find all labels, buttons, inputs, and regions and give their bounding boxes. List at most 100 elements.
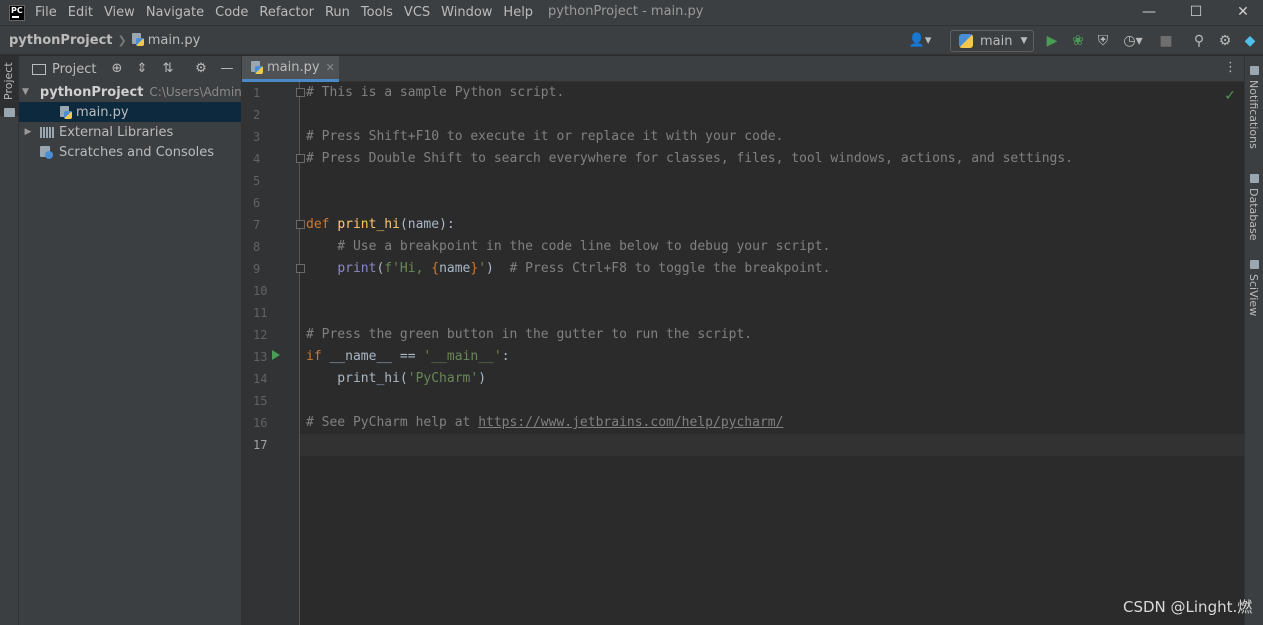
menu-edit[interactable]: Edit bbox=[66, 5, 95, 20]
fold-marker-icon[interactable] bbox=[296, 220, 305, 229]
close-icon[interactable]: ✕ bbox=[326, 61, 335, 74]
pycharm-logo-icon: PC bbox=[9, 4, 25, 21]
menu-window[interactable]: Window bbox=[439, 5, 494, 20]
tab-main-py[interactable]: main.py ✕ bbox=[242, 56, 339, 82]
tree-node-label: External Libraries bbox=[59, 124, 174, 140]
function-name: print_hi bbox=[337, 217, 400, 232]
menu-run[interactable]: Run bbox=[323, 5, 352, 20]
help-link[interactable]: https://www.jetbrains.com/help/pycharm/ bbox=[478, 415, 783, 430]
tree-node-label: main.py bbox=[76, 104, 129, 120]
line-number: 9 bbox=[253, 262, 261, 276]
menu-code[interactable]: Code bbox=[213, 5, 250, 20]
left-tool-strip: Project bbox=[0, 56, 19, 625]
run-gutter-icon[interactable] bbox=[272, 350, 280, 360]
code-token: ) bbox=[478, 371, 487, 386]
menu-refactor[interactable]: Refactor bbox=[257, 5, 316, 20]
jetbrains-plugin-icon[interactable]: ◆ bbox=[1241, 32, 1259, 50]
menu-navigate[interactable]: Navigate bbox=[144, 5, 206, 20]
string-token: '__main__' bbox=[423, 349, 502, 364]
expand-all-icon[interactable]: ⇕ bbox=[133, 60, 151, 78]
project-tool-window-label: Project bbox=[2, 62, 15, 100]
editor-gutter[interactable]: 1 2 3 4 5 6 7 8 9 10 11 12 13 14 15 16 1… bbox=[242, 82, 300, 625]
line-number: 16 bbox=[253, 416, 268, 430]
fold-marker-icon[interactable] bbox=[296, 154, 305, 163]
settings-gear-icon[interactable]: ⚙ bbox=[192, 60, 210, 78]
chevron-down-icon[interactable]: ▼ bbox=[22, 87, 29, 97]
menu-view[interactable]: View bbox=[102, 5, 137, 20]
builtin-print: print bbox=[337, 261, 377, 276]
code-token: (name): bbox=[399, 217, 455, 232]
tree-node-scratches[interactable]: Scratches and Consoles bbox=[19, 142, 241, 162]
settings-gear-icon[interactable]: ⚙ bbox=[1216, 32, 1234, 50]
select-opened-file-icon[interactable]: ⊕ bbox=[108, 60, 126, 78]
minimize-icon[interactable]: — bbox=[1139, 2, 1159, 22]
tree-node-path: C:\Users\Admin bbox=[149, 85, 241, 99]
run-configuration-label: main bbox=[980, 33, 1013, 49]
string-token: 'PyCharm' bbox=[407, 371, 479, 386]
code-line-8: # Use a breakpoint in the code line belo… bbox=[306, 239, 831, 254]
profile-icon[interactable]: ◷▾ bbox=[1119, 32, 1147, 50]
menu-vcs[interactable]: VCS bbox=[402, 5, 432, 20]
chevron-down-icon: ▼ bbox=[1020, 36, 1028, 46]
line-number: 14 bbox=[253, 372, 268, 386]
code-line-3: # Press Shift+F10 to execute it or repla… bbox=[306, 129, 784, 144]
menu-file[interactable]: File bbox=[33, 5, 59, 20]
more-vertical-icon[interactable]: ⋮ bbox=[1224, 60, 1237, 75]
line-number: 17 bbox=[253, 438, 268, 452]
stop-icon[interactable]: ■ bbox=[1158, 32, 1174, 50]
breadcrumb-file[interactable]: main.py bbox=[131, 32, 201, 48]
keyword-if: if bbox=[306, 349, 322, 364]
menu-help[interactable]: Help bbox=[501, 5, 535, 20]
current-line-highlight bbox=[300, 434, 1244, 456]
python-file-icon bbox=[251, 61, 263, 74]
sciview-tool-button[interactable]: SciView bbox=[1247, 274, 1260, 316]
tree-node-main-py[interactable]: main.py bbox=[19, 102, 241, 122]
line-number: 8 bbox=[253, 240, 261, 254]
title-bar: PC File Edit View Navigate Code Refactor… bbox=[0, 0, 1263, 25]
python-file-icon bbox=[60, 105, 72, 119]
code-editor[interactable]: 1 2 3 4 5 6 7 8 9 10 11 12 13 14 15 16 1… bbox=[242, 82, 1244, 625]
navigation-bar: pythonProject ❯ main.py 👤▾ main ▼ ▶ ❀ ⛨ … bbox=[0, 25, 1263, 55]
bell-icon bbox=[1250, 66, 1259, 75]
inspection-ok-check-icon[interactable]: ✓ bbox=[1224, 88, 1236, 104]
notifications-tool-button[interactable]: Notifications bbox=[1247, 80, 1260, 149]
fold-marker-icon[interactable] bbox=[296, 88, 305, 97]
collapse-all-icon[interactable]: ⇅ bbox=[159, 60, 177, 78]
code-line-4: # Press Double Shift to search everywher… bbox=[306, 151, 1074, 166]
database-tool-button[interactable]: Database bbox=[1247, 188, 1260, 241]
tree-node-project-root[interactable]: ▼ pythonProject C:\Users\Admin bbox=[19, 82, 241, 102]
code-line-14: print_hi('PyCharm') bbox=[306, 368, 486, 390]
right-tool-strip: Notifications Database SciView bbox=[1244, 56, 1263, 625]
debug-icon[interactable]: ❀ bbox=[1069, 32, 1087, 50]
breadcrumb-file-label: main.py bbox=[147, 32, 201, 48]
comment-token: # Press Ctrl+F8 to toggle the breakpoint… bbox=[509, 261, 831, 276]
close-window-icon[interactable]: ✕ bbox=[1233, 2, 1253, 22]
python-file-icon bbox=[131, 32, 144, 46]
menu-tools[interactable]: Tools bbox=[359, 5, 395, 20]
search-icon[interactable]: ⚲ bbox=[1190, 32, 1208, 50]
tab-label: main.py bbox=[267, 60, 320, 75]
tree-node-label: pythonProject bbox=[39, 84, 144, 100]
line-number: 15 bbox=[253, 394, 268, 408]
fold-marker-icon[interactable] bbox=[296, 264, 305, 273]
tree-node-external-libraries[interactable]: ▶ External Libraries bbox=[19, 122, 241, 142]
maximize-icon[interactable]: ☐ bbox=[1186, 2, 1206, 22]
run-icon[interactable]: ▶ bbox=[1044, 32, 1060, 50]
database-icon bbox=[1250, 174, 1259, 183]
project-panel: Project ⊕ ⇕ ⇅ ⚙ — ▼ pythonProject C:\Use… bbox=[19, 56, 242, 625]
chevron-right-icon[interactable]: ▶ bbox=[22, 127, 34, 137]
string-token: f'Hi, bbox=[384, 261, 432, 276]
account-icon[interactable]: 👤▾ bbox=[906, 32, 934, 50]
coverage-icon[interactable]: ⛨ bbox=[1094, 32, 1112, 50]
line-number: 11 bbox=[253, 306, 268, 320]
project-panel-title[interactable]: Project bbox=[52, 62, 96, 77]
breadcrumb-project[interactable]: pythonProject bbox=[9, 33, 113, 48]
keyword-def: def bbox=[306, 217, 330, 232]
hide-panel-icon[interactable]: — bbox=[218, 60, 236, 78]
line-number: 2 bbox=[253, 108, 261, 122]
code-line-9: print(f'Hi, {name}') # Press Ctrl+F8 to … bbox=[306, 258, 830, 280]
line-number: 6 bbox=[253, 196, 261, 210]
project-tool-window-button[interactable]: Project bbox=[0, 56, 19, 116]
run-configuration-select[interactable]: main ▼ bbox=[950, 30, 1034, 52]
